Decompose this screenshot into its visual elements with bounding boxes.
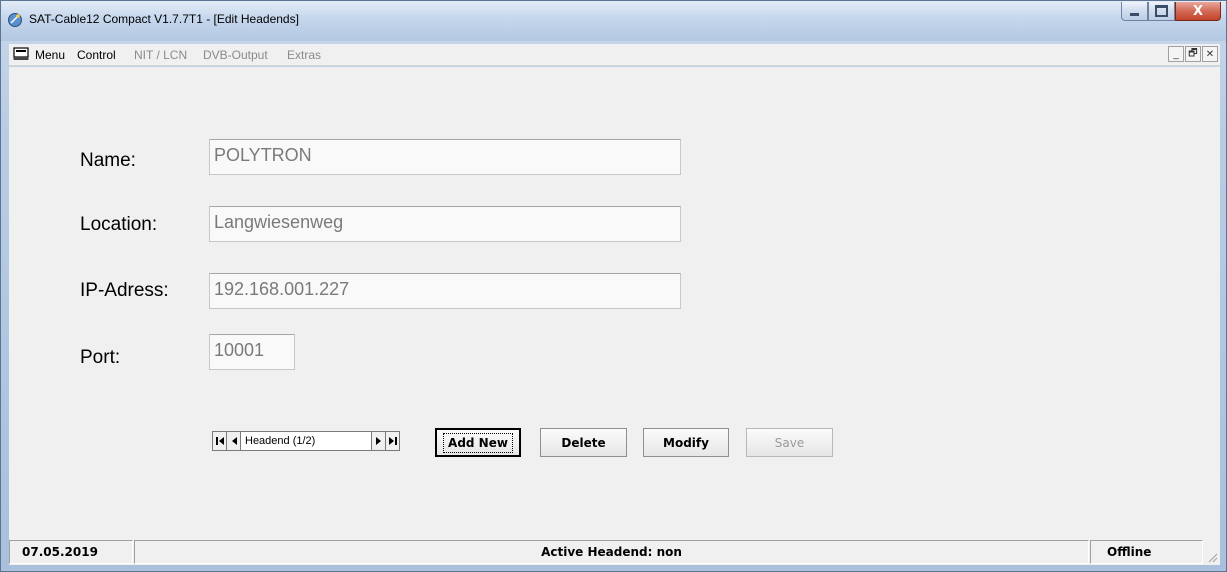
ip-address-label: IP-Adress: (80, 280, 169, 301)
resize-grip-icon[interactable] (1206, 551, 1218, 563)
save-button[interactable]: Save (746, 428, 833, 457)
status-bar: 07.05.2019 Active Headend: non Offline (9, 539, 1220, 565)
menu-item-control[interactable]: Control (77, 48, 116, 62)
mdi-restore-icon[interactable]: 🗗 (1185, 46, 1201, 62)
port-label: Port: (80, 347, 121, 368)
add-new-label: Add New (443, 432, 513, 453)
last-record-icon[interactable] (385, 432, 399, 450)
modify-button[interactable]: Modify (643, 428, 729, 457)
menu-app-icon[interactable] (13, 47, 29, 61)
navigator-label: Headend (1/2) (245, 435, 316, 447)
title-bar[interactable]: SAT-Cable12 Compact V1.7.7T1 - [Edit Hea… (1, 1, 1226, 41)
delete-button[interactable]: Delete (540, 428, 627, 457)
menu-item-extras[interactable]: Extras (287, 48, 321, 62)
close-label: X (1192, 3, 1204, 19)
record-navigator: Headend (1/2) (212, 431, 400, 451)
menu-item-menu[interactable]: Menu (35, 48, 65, 62)
status-connection: Offline (1090, 540, 1203, 564)
window-controls: X (1121, 2, 1221, 21)
window-title: SAT-Cable12 Compact V1.7.7T1 - [Edit Hea… (29, 12, 299, 26)
status-active-headend: Active Headend: non (134, 540, 1089, 564)
menu-item-dvb-output[interactable]: DVB-Output (203, 48, 268, 62)
port-field[interactable]: 10001 (209, 334, 295, 370)
minimize-icon[interactable] (1121, 2, 1148, 21)
app-window: SAT-Cable12 Compact V1.7.7T1 - [Edit Hea… (0, 0, 1227, 572)
mdi-close-icon[interactable]: ✕ (1202, 46, 1218, 62)
location-field[interactable]: Langwiesenweg (209, 206, 681, 242)
menu-item-nit-lcn[interactable]: NIT / LCN (134, 48, 187, 62)
close-icon[interactable]: X (1175, 2, 1221, 21)
first-record-icon[interactable] (213, 432, 227, 450)
maximize-icon[interactable] (1148, 2, 1175, 21)
menu-bar: Menu Control NIT / LCN DVB-Output Extras… (9, 44, 1220, 66)
prev-record-icon[interactable] (227, 432, 241, 450)
satellite-dish-icon (8, 13, 22, 27)
next-record-icon[interactable] (371, 432, 385, 450)
mdi-controls: _ 🗗 ✕ (1168, 46, 1218, 62)
ip-address-field[interactable]: 192.168.001.227 (209, 273, 681, 309)
location-label: Location: (80, 214, 158, 235)
mdi-minimize-icon[interactable]: _ (1168, 46, 1184, 62)
name-field[interactable]: POLYTRON (209, 139, 681, 175)
status-date: 07.05.2019 (9, 540, 133, 564)
add-new-button[interactable]: Add New (435, 428, 521, 457)
name-label: Name: (80, 150, 136, 171)
edit-headends-form: Name: POLYTRON Location: Langwiesenweg I… (9, 67, 1220, 565)
